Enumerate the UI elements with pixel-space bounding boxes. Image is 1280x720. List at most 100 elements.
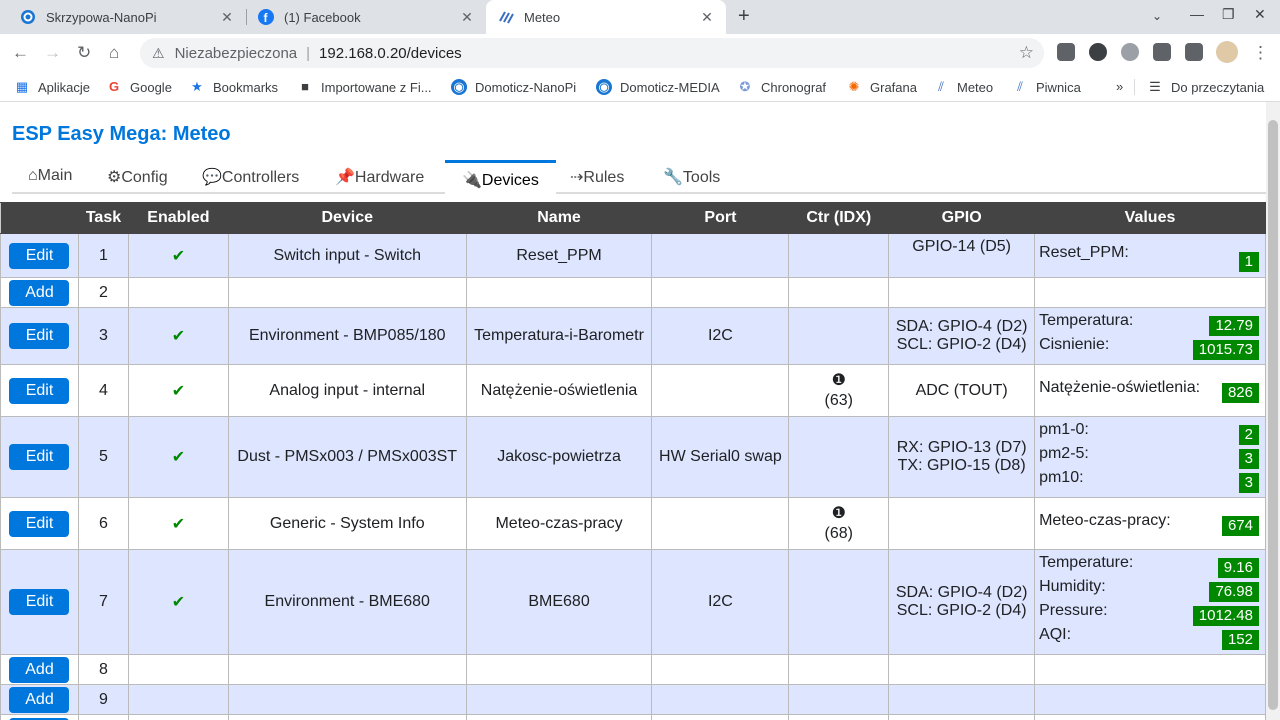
name-cell: Jakosc-powietrza [465, 416, 653, 498]
reload-icon[interactable]: ↻ [77, 43, 91, 63]
bookmark-domoticz-nanopi[interactable]: ◉ Domoticz-NanoPi [451, 79, 576, 95]
ctr-cell: ❶ (68) [788, 497, 890, 550]
gpio-line: SDA: GPIO-4 (D2) [895, 584, 1028, 601]
bookmark-grafana[interactable]: ✺ Grafana [846, 79, 917, 95]
edit-button[interactable]: Edit [9, 510, 70, 537]
name-cell: Reset_PPM [465, 233, 653, 278]
enabled-check-icon: ✔ [171, 594, 186, 611]
edit-button[interactable]: Edit [9, 377, 70, 404]
bookmark-google[interactable]: G Google [106, 79, 172, 95]
more-bookmarks-button[interactable]: » [1116, 79, 1123, 94]
port-cell [651, 233, 790, 278]
bookmark-star-icon[interactable]: ☆ [1019, 43, 1034, 63]
meteo-favicon-icon: ⫽ [1017, 79, 1023, 94]
table-row [0, 714, 1266, 720]
edit-button[interactable]: Edit [9, 323, 70, 349]
tab-skrzypowa[interactable]: Skrzypowa-NanoPi ✕ [0, 0, 246, 34]
column-header: Values [1034, 202, 1266, 234]
bookmark-chronograf[interactable]: ✪ Chronograf [737, 79, 827, 95]
task-cell: 4 [77, 364, 129, 417]
profile-avatar[interactable] [1216, 41, 1238, 63]
menu-hardware[interactable]: 📌Hardware [335, 167, 424, 187]
device-cell: Environment - BMP085/180 [227, 307, 467, 365]
bookmark-apps[interactable]: ▦ Aplikacje [14, 79, 90, 95]
shield-extension-icon[interactable] [1153, 43, 1171, 61]
close-tab-icon[interactable]: ✕ [698, 9, 716, 26]
add-button[interactable]: Add [9, 656, 70, 683]
reading-list-button[interactable]: ☰ Do przeczytania [1147, 79, 1264, 95]
address-bar[interactable]: ⚠ Niezabezpieczona | 192.168.0.20/device… [140, 38, 1044, 68]
bookmark-domoticz-media[interactable]: ◉ Domoticz-MEDIA [596, 79, 720, 95]
warning-icon[interactable]: ⚠ [152, 45, 165, 62]
url-text[interactable]: 192.168.0.20/devices [319, 45, 462, 62]
bookmark-label: Meteo [957, 79, 994, 95]
column-header: GPIO [888, 202, 1036, 234]
value-badge: 2 [1238, 425, 1259, 445]
bookmark-label: Bookmarks [213, 79, 279, 95]
port-cell [651, 497, 790, 550]
enabled-check-icon: ✔ [171, 382, 186, 400]
name-cell: Natężenie-oświetlenia [465, 364, 653, 417]
camera-extension-icon[interactable] [1089, 43, 1107, 61]
tab-facebook[interactable]: f (1) Facebook ✕ [238, 0, 486, 34]
tab-title: (1) Facebook [284, 9, 361, 25]
value-badge: 3 [1238, 449, 1259, 469]
qr-extension-icon[interactable] [1057, 43, 1075, 61]
value-label: Temperatura: [1039, 312, 1134, 329]
add-button[interactable]: Add [9, 279, 70, 306]
minimize-button[interactable]: — [1190, 6, 1204, 22]
bookmark-meteo[interactable]: ⫽ Meteo [933, 79, 993, 95]
add-button[interactable]: Add [9, 686, 70, 713]
port-cell: I2C [651, 307, 790, 365]
edit-button[interactable]: Edit [9, 242, 70, 269]
task-cell: 5 [77, 416, 129, 498]
page-scrollbar[interactable] [1266, 102, 1280, 720]
menu-main[interactable]: ⌂Main [28, 167, 72, 185]
gpio-line: RX: GPIO-13 (D7) [896, 439, 1027, 456]
edit-button[interactable]: Edit [9, 444, 70, 470]
controller-number-icon: ❶ [831, 504, 846, 522]
value-row: Cisnienie: 1015.73 [1039, 336, 1259, 360]
scrollbar-thumb[interactable] [1268, 120, 1278, 710]
value-label: Humidity: [1039, 578, 1106, 595]
value-row: pm2-5: 3 [1039, 445, 1259, 469]
edit-button[interactable]: Edit [9, 589, 70, 615]
new-tab-button[interactable]: + [738, 5, 750, 28]
close-tab-icon[interactable]: ✕ [218, 9, 236, 26]
port-cell: HW Serial0 swap [651, 416, 790, 498]
tab-meteo[interactable]: Meteo ✕ [486, 0, 726, 34]
back-icon[interactable]: ← [12, 43, 29, 63]
value-row: Reset_PPM: 1 [1039, 243, 1259, 272]
menu-devices[interactable]: 🔌Devices [445, 160, 556, 194]
forward-icon[interactable]: → [44, 43, 61, 63]
meteo-favicon-icon [499, 11, 514, 24]
name-cell: BME680 [465, 549, 653, 655]
restore-button[interactable]: ❐ [1222, 6, 1235, 23]
close-window-button[interactable]: ✕ [1254, 6, 1266, 23]
task-cell: 7 [77, 549, 129, 655]
close-tab-icon[interactable]: ✕ [458, 9, 476, 26]
menu-controllers[interactable]: 💬Controllers [202, 167, 299, 187]
bookmark-piwnica[interactable]: ⫽ Piwnica [1012, 79, 1081, 95]
values-cell: Temperatura: 12.79 Cisnienie: 1015.73 [1034, 307, 1266, 365]
menu-rules[interactable]: ⇢Rules [570, 167, 624, 187]
menu-tools[interactable]: 🔧Tools [663, 167, 720, 187]
reading-list-icon: ☰ [1149, 79, 1161, 94]
puzzle-extensions-icon[interactable] [1185, 43, 1203, 61]
device-cell: Switch input - Switch [227, 233, 467, 278]
bookmark-bookmarks[interactable]: ★ Bookmarks [189, 79, 278, 95]
tab-title: Skrzypowa-NanoPi [46, 9, 157, 25]
security-label[interactable]: Niezabezpieczona [175, 45, 298, 62]
tab-search-icon[interactable]: ⌄ [1152, 9, 1162, 23]
task-cell: 1 [77, 233, 129, 278]
bookmark-imported[interactable]: ■ Importowane z Fi... [297, 79, 431, 95]
chat-extension-icon[interactable] [1121, 43, 1139, 61]
menu-kebab-icon[interactable]: ⋮ [1252, 43, 1269, 63]
menu-config[interactable]: ⚙Config [107, 167, 168, 187]
gpio-cell: ADC (TOUT) [888, 364, 1036, 417]
value-label: Reset_PPM: [1039, 243, 1129, 261]
device-cell: Environment - BME680 [227, 549, 467, 655]
home-icon[interactable]: ⌂ [109, 43, 119, 63]
value-label: Natężenie-oświetlenia: [1039, 378, 1201, 396]
value-row: pm10: 3 [1039, 469, 1259, 493]
